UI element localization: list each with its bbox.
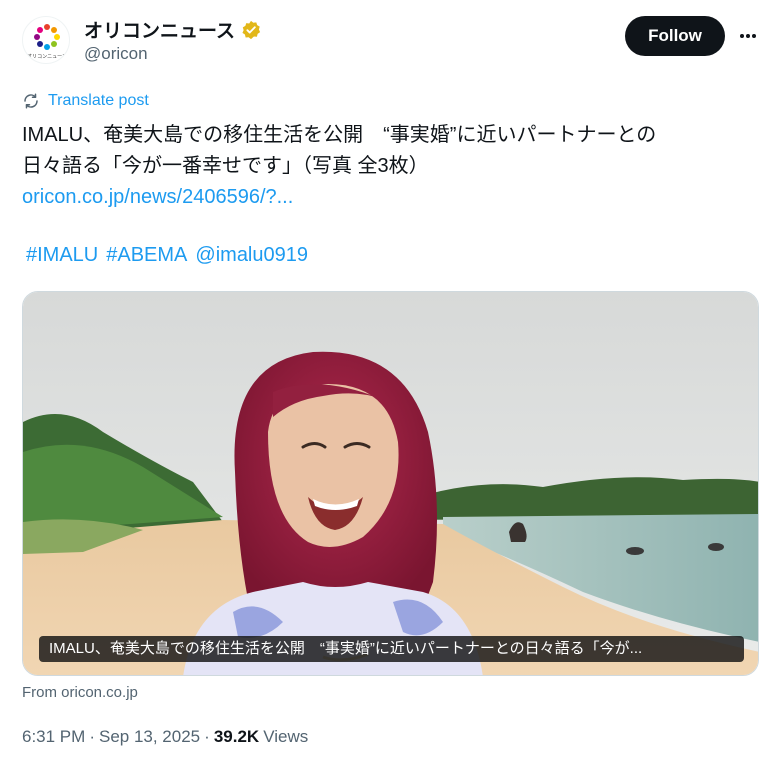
meta-separator: ·	[204, 727, 210, 746]
more-options-icon[interactable]	[734, 22, 762, 50]
follow-button[interactable]: Follow	[625, 16, 725, 56]
translate-icon	[24, 93, 38, 109]
hashtag-link[interactable]: #IMALU	[26, 244, 98, 267]
svg-text:オリコンニュース: オリコンニュース	[27, 54, 67, 60]
hashtag-link[interactable]: #ABEMA	[106, 244, 187, 267]
author-handle[interactable]: @oricon	[84, 44, 148, 64]
beach-photo	[23, 292, 758, 675]
tweet-meta: 6:31 PM · Sep 13, 2025 · 39.2K Views	[22, 727, 308, 747]
media-card[interactable]: IMALU、奄美大島での移住生活を公開 “事実婚”に近いパートナーとの日々語る「…	[22, 291, 759, 676]
translate-post-label: Translate post	[48, 92, 149, 109]
article-link[interactable]: oricon.co.jp/news/2406596/?...	[22, 182, 762, 213]
post-date[interactable]: Sep 13, 2025	[99, 727, 200, 747]
views-count: 39.2K	[213, 727, 260, 746]
post-time[interactable]: 6:31 PM	[22, 727, 85, 747]
oricon-logo-icon: オリコンニュース	[27, 24, 67, 60]
tweet-text-line: 日々語る「今が一番幸せです」（写真 全3枚）	[22, 155, 429, 177]
tweet-text: IMALU、奄美大島での移住生活を公開 “事実婚”に近いパートナーとの 日々語る…	[22, 120, 762, 213]
hashtag-list: #IMALU #ABEMA @imalu0919	[26, 244, 308, 267]
tweet-text-line: IMALU、奄美大島での移住生活を公開 “事実婚”に近いパートナーとの	[22, 124, 657, 146]
author-display-name[interactable]: オリコンニュース	[84, 16, 235, 43]
mention-link[interactable]: @imalu0919	[195, 244, 308, 267]
translate-post-link[interactable]: Translate post	[22, 92, 149, 110]
meta-separator: ·	[89, 727, 95, 746]
verified-badge-icon	[242, 20, 261, 39]
author-avatar[interactable]: オリコンニュース	[22, 16, 70, 64]
media-caption: IMALU、奄美大島での移住生活を公開 “事実婚”に近いパートナーとの日々語る「…	[39, 636, 744, 662]
source-link[interactable]: From oricon.co.jp	[22, 684, 138, 701]
tweet-header: オリコンニュース オリコンニュース @oricon Follow	[22, 14, 762, 70]
views-label: Views	[263, 727, 309, 746]
